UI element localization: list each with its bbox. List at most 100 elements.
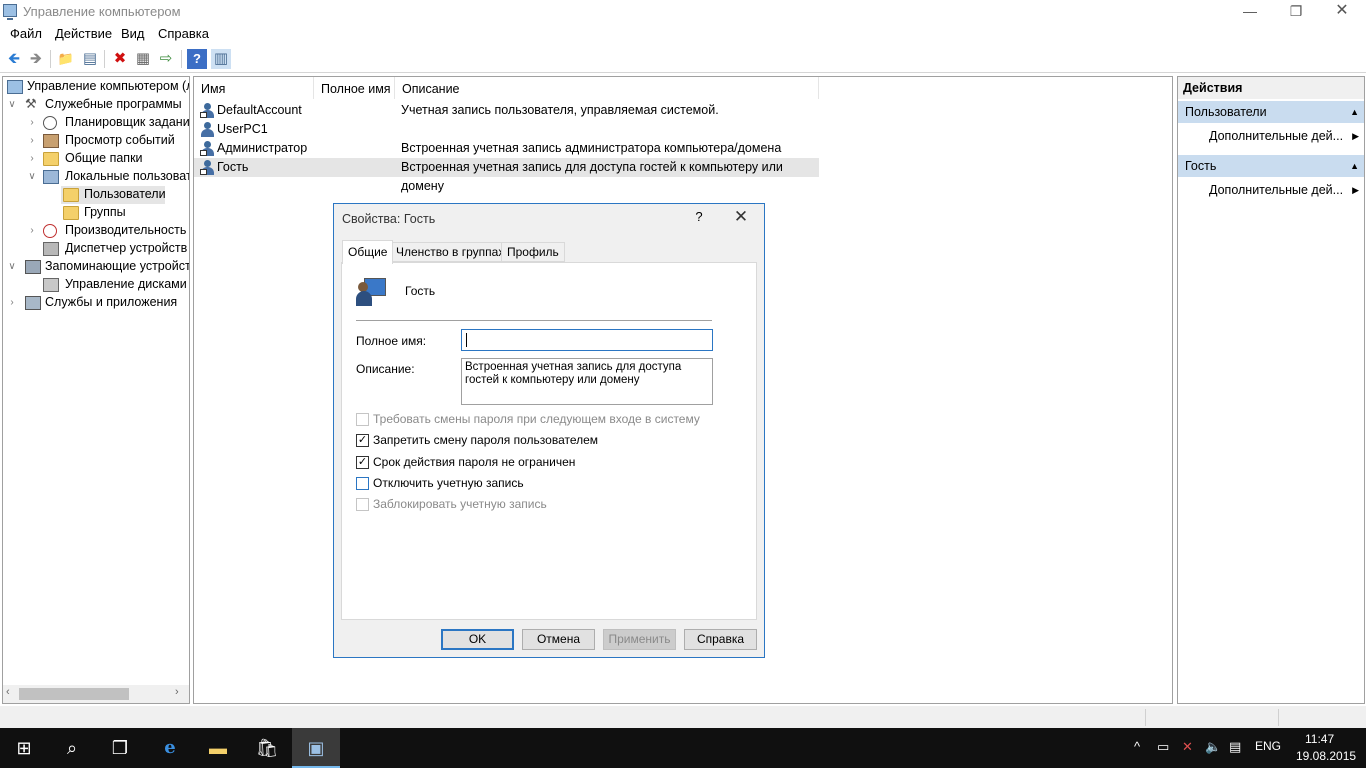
back-arrow-icon[interactable]: 🡸 xyxy=(4,49,24,69)
delete-icon[interactable]: ✖ xyxy=(110,49,130,69)
fullname-label: Полное имя: xyxy=(356,334,427,348)
tree-node-users[interactable]: Пользователи xyxy=(61,186,166,204)
submenu-arrow-icon: ▶ xyxy=(1352,131,1359,141)
scrollbar-thumb[interactable] xyxy=(19,688,129,700)
up-folder-icon[interactable]: 📁 xyxy=(56,49,76,69)
menu-view[interactable]: Вид xyxy=(121,26,145,41)
dialog-close-button[interactable]: ✕ xyxy=(731,207,751,227)
column-header-fullname[interactable]: Полное имя xyxy=(314,77,395,99)
toolbar-separator xyxy=(50,50,51,68)
title-bar[interactable]: Управление компьютером — ❐ ✕ xyxy=(0,0,1366,23)
text-caret xyxy=(466,333,467,347)
clock-time[interactable]: 11:47 xyxy=(1305,732,1334,746)
toolbar: 🡸 🡺 📁 ▤ ✖ ▦ ⇨ ? ▥ xyxy=(0,45,1366,73)
user-icon xyxy=(200,103,215,118)
divider xyxy=(356,320,712,321)
checkbox-box xyxy=(356,413,369,426)
start-windows-icon[interactable]: ⊞ xyxy=(0,728,48,768)
forward-arrow-icon[interactable]: 🡺 xyxy=(26,49,46,69)
computer-management-taskbar-icon[interactable]: ▣ xyxy=(292,728,340,768)
task-view-icon[interactable]: ❐ xyxy=(96,728,144,768)
checkmark-icon[interactable]: ✓ xyxy=(356,434,369,447)
computer-icon xyxy=(7,80,23,94)
dialog-help-button[interactable]: ? xyxy=(689,209,709,224)
device-icon[interactable]: ▭ xyxy=(1157,739,1169,755)
close-button[interactable]: ✕ xyxy=(1319,0,1365,23)
menu-help[interactable]: Справка xyxy=(158,26,209,41)
collapse-chevron-icon[interactable]: ∨ xyxy=(27,168,37,185)
device-manager-icon xyxy=(43,242,59,256)
status-separator xyxy=(1145,709,1146,726)
expand-chevron-icon[interactable]: › xyxy=(27,132,37,149)
services-icon xyxy=(25,296,41,310)
expand-chevron-icon[interactable]: › xyxy=(27,222,37,239)
more-actions-users[interactable]: Дополнительные дей... ▶ xyxy=(1209,126,1359,146)
users-icon xyxy=(43,170,59,184)
tab-group-membership[interactable]: Членство в группах xyxy=(390,242,511,262)
storage-icon xyxy=(25,260,41,274)
computer-management-icon xyxy=(3,4,17,20)
search-icon[interactable]: ⌕ xyxy=(48,728,96,768)
action-center-icon[interactable]: ▤ xyxy=(1229,739,1241,755)
actions-title: Действия xyxy=(1178,77,1364,99)
taskbar: ⊞ ⌕ ❐ e ▬ 🛍 ▣ ^ ▭ ✕ 🔈 ▤ ENG 11:47 19.08.… xyxy=(0,728,1366,768)
checkbox-box[interactable] xyxy=(356,477,369,490)
description-input[interactable]: Встроенная учетная запись для доступа го… xyxy=(461,358,713,405)
more-actions-guest[interactable]: Дополнительные дей... ▶ xyxy=(1209,180,1359,200)
menu-bar: Файл Действие Вид Справка xyxy=(0,24,1366,44)
ok-button[interactable]: OK xyxy=(441,629,514,650)
list-row[interactable]: DefaultAccount Учетная запись пользовате… xyxy=(194,101,819,120)
show-hidden-icons-icon[interactable]: ^ xyxy=(1134,739,1140,754)
scroll-right-icon[interactable]: › xyxy=(175,686,179,698)
edge-browser-icon[interactable]: e xyxy=(146,728,194,768)
checkmark-icon[interactable]: ✓ xyxy=(356,456,369,469)
user-name: Гость xyxy=(405,284,436,298)
tab-general[interactable]: Общие xyxy=(342,240,394,264)
event-viewer-icon xyxy=(43,134,59,148)
expand-chevron-icon[interactable]: › xyxy=(27,150,37,167)
cancel-button[interactable]: Отмена xyxy=(522,629,595,650)
show-action-pane-icon[interactable]: ▥ xyxy=(211,49,231,69)
list-row[interactable]: Администратор Встроенная учетная запись … xyxy=(194,139,819,158)
help-icon[interactable]: ? xyxy=(187,49,207,69)
user-icon xyxy=(200,122,215,137)
checkbox-box xyxy=(356,498,369,511)
actions-section-users[interactable]: Пользователи ▲ xyxy=(1178,101,1364,123)
list-row-selected[interactable]: Гость Встроенная учетная запись для дост… xyxy=(194,158,819,193)
collapse-chevron-icon[interactable]: ∨ xyxy=(7,258,17,275)
tab-profile[interactable]: Профиль xyxy=(501,242,565,262)
shared-folder-icon xyxy=(43,152,59,166)
network-icon[interactable]: ✕ xyxy=(1182,739,1193,755)
list-row[interactable]: UserPC1 xyxy=(194,120,819,139)
volume-icon[interactable]: 🔈 xyxy=(1205,739,1221,755)
guest-properties-dialog: Свойства: Гость ? ✕ Общие Членство в гру… xyxy=(333,203,765,658)
disk-icon xyxy=(43,278,59,292)
maximize-button[interactable]: ❐ xyxy=(1273,0,1319,23)
language-indicator[interactable]: ENG xyxy=(1255,739,1281,753)
collapse-triangle-icon[interactable]: ▲ xyxy=(1350,101,1359,123)
export-list-icon[interactable]: ⇨ xyxy=(156,49,176,69)
expand-chevron-icon[interactable]: › xyxy=(7,294,17,311)
console-tree: Управление компьютером (л ∨ ⚒ Служебные … xyxy=(2,76,190,704)
apply-button: Применить xyxy=(603,629,676,650)
clock-date[interactable]: 19.08.2015 xyxy=(1296,749,1356,763)
file-explorer-icon[interactable]: ▬ xyxy=(194,728,242,768)
column-header-description[interactable]: Описание xyxy=(395,77,819,99)
expand-chevron-icon[interactable]: › xyxy=(27,114,37,131)
collapse-triangle-icon[interactable]: ▲ xyxy=(1350,155,1359,177)
scroll-left-icon[interactable]: ‹ xyxy=(6,686,10,698)
help-button[interactable]: Справка xyxy=(684,629,757,650)
menu-action[interactable]: Действие xyxy=(55,26,112,41)
menu-file[interactable]: Файл xyxy=(10,26,42,41)
folder-icon xyxy=(63,188,79,202)
minimize-button[interactable]: — xyxy=(1227,0,1273,23)
store-icon[interactable]: 🛍 xyxy=(243,728,291,768)
column-header-name[interactable]: Имя xyxy=(194,77,314,99)
collapse-chevron-icon[interactable]: ∨ xyxy=(7,96,17,113)
tree-horizontal-scrollbar[interactable]: ‹ › xyxy=(3,685,189,703)
show-tree-icon[interactable]: ▤ xyxy=(80,49,100,69)
status-bar xyxy=(0,706,1366,728)
fullname-input[interactable] xyxy=(461,329,713,351)
properties-icon[interactable]: ▦ xyxy=(133,49,153,69)
actions-section-guest[interactable]: Гость ▲ xyxy=(1178,155,1364,177)
